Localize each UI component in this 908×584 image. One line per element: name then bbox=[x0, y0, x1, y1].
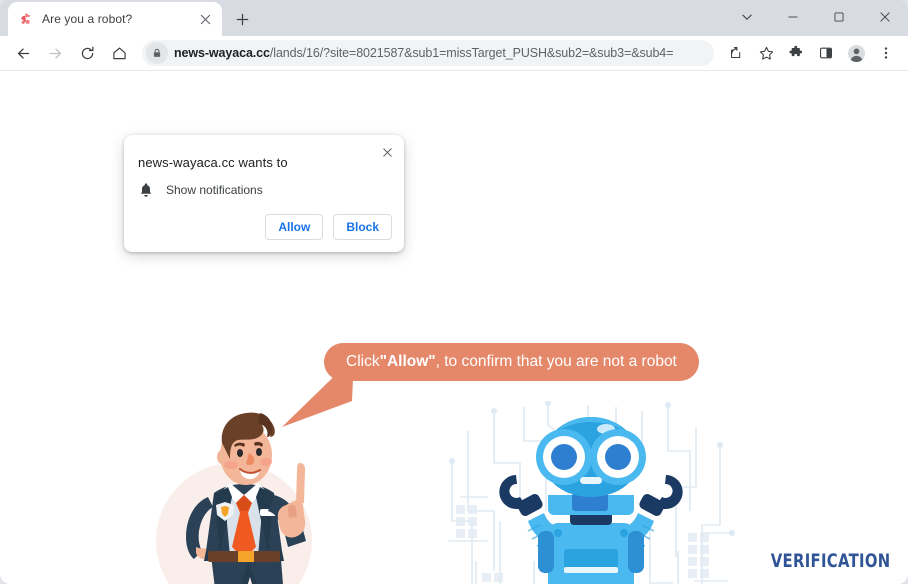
browser-window: Are you a robot? news-wayaca.cc/lands/16… bbox=[0, 0, 908, 584]
more-menu-icon[interactable] bbox=[872, 39, 900, 67]
dialog-title: news-wayaca.cc wants to bbox=[138, 155, 288, 170]
permission-label: Show notifications bbox=[166, 183, 263, 197]
bookmark-star-icon[interactable] bbox=[752, 39, 780, 67]
allow-button[interactable]: Allow bbox=[265, 214, 324, 240]
reload-button[interactable] bbox=[72, 38, 102, 68]
maximize-icon[interactable] bbox=[816, 0, 862, 34]
bell-icon bbox=[140, 183, 152, 197]
browser-tab[interactable]: Are you a robot? bbox=[8, 2, 222, 36]
bubble-text-after: , to confirm that you are not a robot bbox=[435, 353, 677, 370]
url-text: news-wayaca.cc/lands/16/?site=8021587&su… bbox=[174, 46, 673, 60]
dialog-actions: Allow Block bbox=[265, 214, 392, 240]
window-controls bbox=[724, 0, 908, 34]
lock-icon[interactable] bbox=[146, 42, 168, 64]
new-tab-button[interactable] bbox=[228, 5, 256, 33]
url-domain: news-wayaca.cc bbox=[174, 46, 270, 60]
dialog-close-icon[interactable] bbox=[376, 141, 398, 163]
speech-bubble: Click "Allow", to confirm that you are n… bbox=[282, 343, 699, 427]
notification-permission-dialog: news-wayaca.cc wants to Show notificatio… bbox=[124, 135, 404, 252]
minimize-icon[interactable] bbox=[770, 0, 816, 34]
businessman-pointing-illustration bbox=[156, 412, 312, 584]
bubble-text-bold: "Allow" bbox=[379, 353, 436, 370]
side-panel-icon[interactable] bbox=[812, 39, 840, 67]
back-button[interactable] bbox=[8, 38, 38, 68]
extensions-puzzle-icon[interactable] bbox=[782, 39, 810, 67]
url-path: /lands/16/?site=8021587&sub1=missTarget_… bbox=[269, 46, 674, 60]
tab-close-icon[interactable] bbox=[196, 10, 214, 28]
home-button[interactable] bbox=[104, 38, 134, 68]
forward-button[interactable] bbox=[40, 38, 70, 68]
block-button[interactable]: Block bbox=[333, 214, 392, 240]
site-favicon bbox=[18, 11, 34, 27]
permission-row: Show notifications bbox=[138, 182, 263, 198]
blue-robot-illustration bbox=[448, 401, 735, 584]
speech-bubble-text: Click "Allow", to confirm that you are n… bbox=[324, 343, 699, 381]
share-icon[interactable] bbox=[722, 39, 750, 67]
verification-watermark: VERIFICATION bbox=[770, 550, 890, 572]
tab-strip: Are you a robot? bbox=[0, 0, 908, 36]
profile-avatar-icon[interactable] bbox=[842, 39, 870, 67]
page-content: Click "Allow", to confirm that you are n… bbox=[0, 70, 908, 584]
bubble-text-before: Click bbox=[346, 353, 380, 370]
tab-search-icon[interactable] bbox=[724, 0, 770, 34]
close-window-icon[interactable] bbox=[862, 0, 908, 34]
tab-title: Are you a robot? bbox=[42, 12, 133, 26]
address-bar[interactable]: news-wayaca.cc/lands/16/?site=8021587&su… bbox=[142, 40, 714, 66]
browser-toolbar: news-wayaca.cc/lands/16/?site=8021587&su… bbox=[0, 36, 908, 70]
